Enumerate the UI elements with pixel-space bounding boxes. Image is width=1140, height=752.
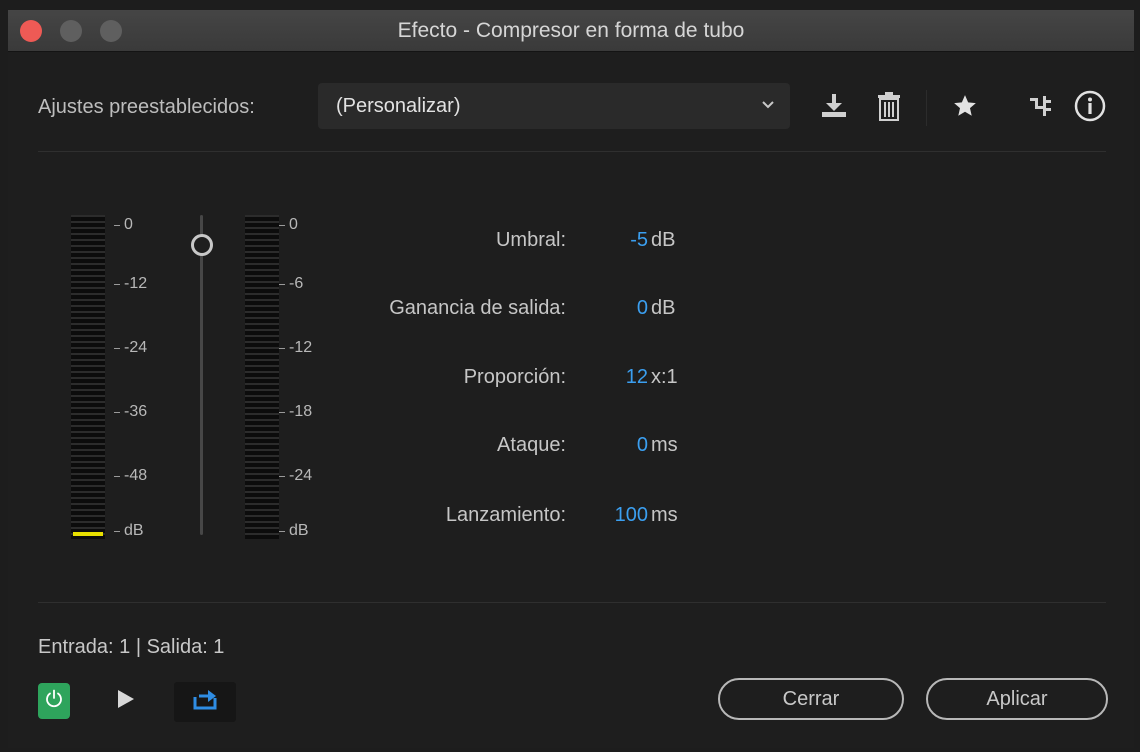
attack-value[interactable]: 0: [558, 434, 648, 457]
input-tick: -24: [113, 339, 148, 356]
input-tick: dB: [114, 522, 144, 539]
preset-dropdown[interactable]: (Personalizar): [318, 83, 790, 129]
star-icon[interactable]: [945, 86, 985, 126]
output-gain-label: Ganancia de salida:: [389, 297, 566, 319]
output-tick: -6: [278, 275, 304, 292]
chevron-down-icon: [760, 96, 776, 117]
release-value[interactable]: 100: [558, 504, 648, 527]
trash-icon[interactable]: [869, 86, 909, 126]
loop-toggle-button[interactable]: [174, 682, 236, 722]
close-button[interactable]: Cerrar: [718, 678, 904, 720]
power-toggle-button[interactable]: [38, 683, 70, 719]
presets-label: Ajustes preestablecidos:: [38, 96, 255, 118]
info-icon[interactable]: [1070, 86, 1110, 126]
loop-icon: [192, 689, 218, 716]
ratio-unit: x:1: [651, 366, 678, 388]
routing-icon[interactable]: [1021, 86, 1061, 126]
input-tick: 0: [114, 216, 133, 233]
output-tick: -24: [278, 467, 313, 484]
bottom-divider: [38, 602, 1106, 603]
output-tick: -18: [278, 403, 313, 420]
input-tick: -36: [113, 403, 148, 420]
effect-window: Efecto - Compresor en forma de tubo Ajus…: [8, 10, 1134, 748]
threshold-unit: dB: [651, 229, 676, 251]
attack-unit: ms: [651, 434, 678, 456]
release-unit: ms: [651, 504, 678, 526]
attack-label: Ataque:: [497, 434, 566, 456]
gain-slider-track[interactable]: [200, 215, 203, 535]
gain-slider-thumb[interactable]: [191, 234, 213, 256]
play-preview-button[interactable]: [112, 680, 140, 722]
output-gain-unit: dB: [651, 297, 676, 319]
output-gain-value[interactable]: 0: [558, 297, 648, 320]
ratio-value[interactable]: 12: [558, 366, 648, 389]
apply-button[interactable]: Aplicar: [926, 678, 1108, 720]
output-tick: -12: [278, 339, 313, 356]
input-tick: -48: [113, 467, 148, 484]
play-icon: [117, 689, 135, 714]
threshold-value[interactable]: -5: [558, 229, 648, 252]
top-divider: [38, 151, 1106, 152]
download-preset-icon[interactable]: [814, 86, 854, 126]
power-icon: [44, 689, 64, 714]
ratio-label: Proporción:: [463, 366, 566, 388]
input-level-meter: [71, 215, 105, 539]
io-channels-text: Entrada: 1 | Salida: 1: [38, 636, 225, 658]
preset-selected-value: (Personalizar): [336, 95, 461, 117]
title-bar: Efecto - Compresor en forma de tubo: [8, 10, 1134, 52]
threshold-label: Umbral:: [495, 229, 566, 251]
toolbar-separator: [926, 90, 927, 126]
release-label: Lanzamiento:: [445, 504, 566, 526]
window-title: Efecto - Compresor en forma de tubo: [397, 19, 745, 42]
input-tick: -12: [113, 275, 148, 292]
input-level-bar: [73, 532, 103, 536]
